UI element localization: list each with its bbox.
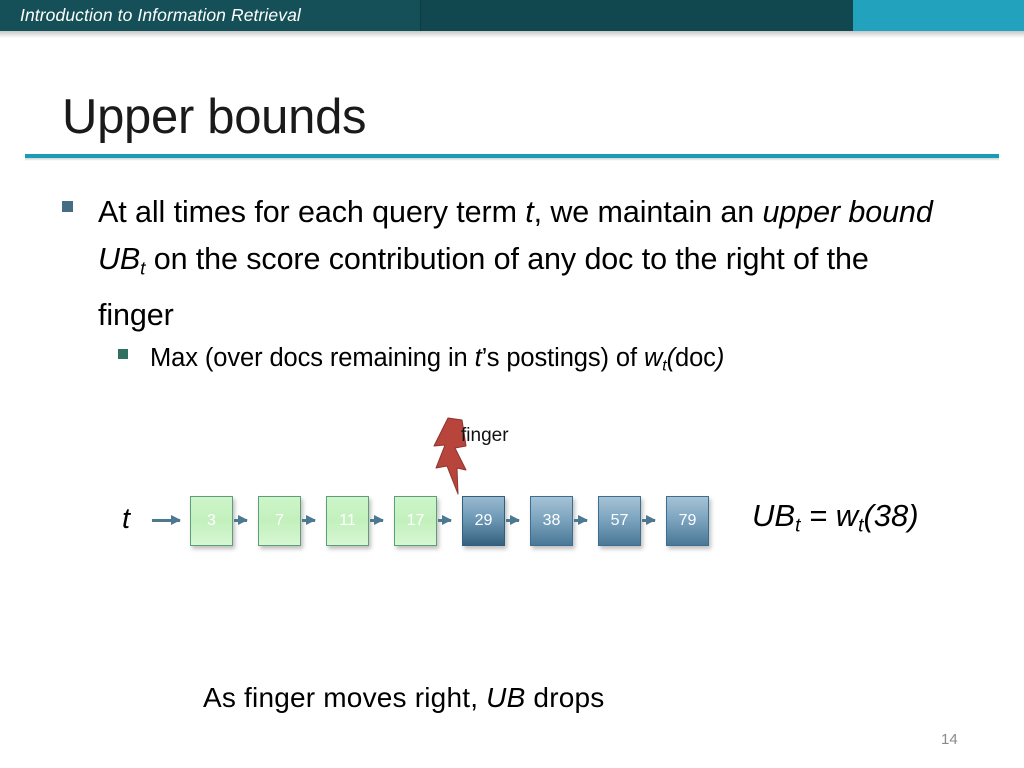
- postings-node-29[interactable]: 29: [462, 496, 505, 546]
- postings-node-38[interactable]: 38: [530, 496, 573, 546]
- page-number: 14: [941, 731, 958, 748]
- slide-header-banner: Introduction to Information Retrieval: [0, 0, 1024, 31]
- postings-node-3[interactable]: 3: [190, 496, 233, 546]
- slide-caption: As finger moves right, UB drops: [203, 682, 605, 713]
- postings-node-57[interactable]: 57: [598, 496, 641, 546]
- bullet-level1: At all times for each query term t, we m…: [62, 189, 942, 339]
- postings-node-7[interactable]: 7: [258, 496, 301, 546]
- title-divider-shadow: [25, 158, 999, 161]
- sub-bullet-square-icon: [118, 349, 128, 359]
- finger-label: finger: [461, 425, 509, 446]
- header-accent-block: [853, 0, 1024, 31]
- chain-arrow-lead: [152, 515, 181, 525]
- chain-arrow-6: [642, 515, 656, 525]
- chain-arrow-2: [370, 515, 384, 525]
- term-label: t: [122, 503, 131, 535]
- bullet-level2: Max (over docs remaining in t’s postings…: [118, 339, 948, 385]
- postings-node-11[interactable]: 11: [326, 496, 369, 546]
- chain-arrow-0: [234, 515, 248, 525]
- chain-arrow-5: [574, 515, 588, 525]
- postings-list-diagram: t 3 7 11 17 29 38 57 79 finger UBt = wt(38): [0, 410, 1024, 560]
- postings-node-17[interactable]: 17: [394, 496, 437, 546]
- postings-node-79[interactable]: 79: [666, 496, 709, 546]
- upper-bound-formula: UBt = wt(38): [752, 498, 919, 537]
- header-title: Introduction to Information Retrieval: [20, 5, 301, 25]
- header-shadow: [0, 31, 1024, 38]
- bullet-level1-text: At all times for each query term t, we m…: [98, 195, 933, 333]
- bullet-square-icon: [62, 201, 73, 212]
- page-title: Upper bounds: [62, 90, 367, 144]
- chain-arrow-3: [438, 515, 452, 525]
- chain-arrow-4: [506, 515, 520, 525]
- bullet-level2-text: Max (over docs remaining in t’s postings…: [150, 344, 725, 375]
- chain-arrow-1: [302, 515, 316, 525]
